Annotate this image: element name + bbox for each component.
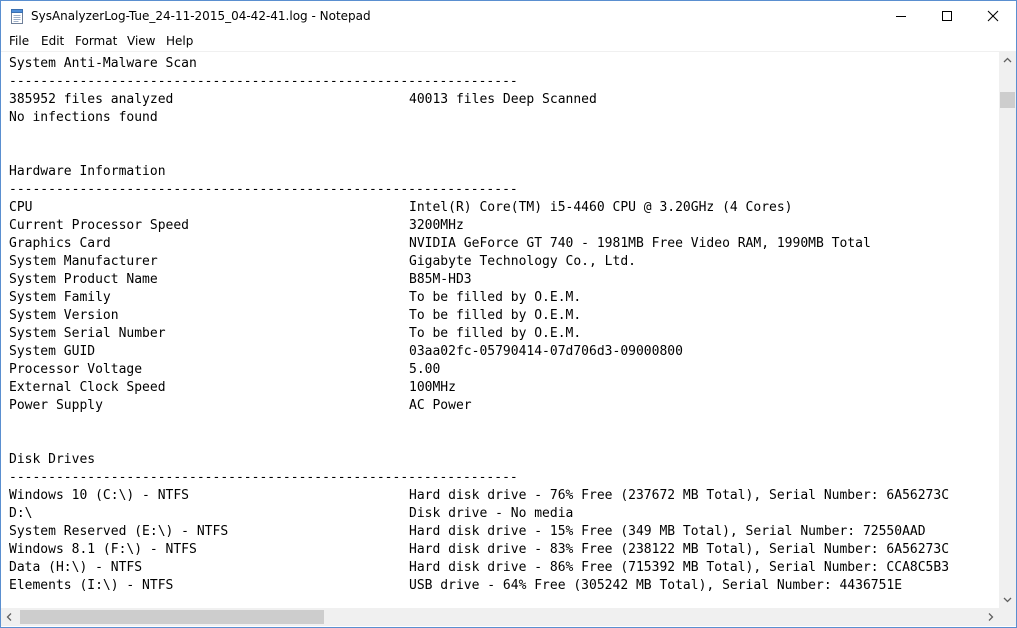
log-line-label: Data (H:\) - NTFS bbox=[9, 560, 143, 575]
log-line-value: 03aa02fc-05790414-07d706d3-09000800 bbox=[409, 344, 683, 359]
menu-bar: File Edit Format View Help bbox=[1, 31, 1016, 51]
menu-edit[interactable]: Edit bbox=[41, 34, 64, 48]
log-line-label: System GUID bbox=[9, 344, 96, 359]
log-line-label: Graphics Card bbox=[9, 236, 111, 251]
log-line-label: 385952 files analyzed bbox=[9, 92, 174, 107]
maximize-icon bbox=[942, 11, 952, 21]
log-line-value: Intel(R) Core(TM) i5-4460 CPU @ 3.20GHz … bbox=[409, 200, 793, 215]
close-icon bbox=[987, 10, 999, 22]
minimize-icon bbox=[896, 16, 906, 17]
horizontal-scrollbar[interactable] bbox=[1, 608, 999, 626]
log-line-label: CPU bbox=[9, 200, 33, 215]
log-line-label: Elements (I:\) - NTFS bbox=[9, 578, 174, 593]
log-line-value: Gigabyte Technology Co., Ltd. bbox=[409, 254, 636, 269]
log-line-value: 100MHz bbox=[409, 380, 456, 395]
log-line-value: NVIDIA GeForce GT 740 - 1981MB Free Vide… bbox=[409, 236, 871, 251]
scroll-down-icon[interactable] bbox=[999, 591, 1016, 608]
log-line-label: System Manufacturer bbox=[9, 254, 158, 269]
window-title: SysAnalyzerLog-Tue_24-11-2015_04-42-41.l… bbox=[31, 9, 371, 23]
log-line-label: Disk Drives bbox=[9, 452, 96, 467]
notepad-window: SysAnalyzerLog-Tue_24-11-2015_04-42-41.l… bbox=[0, 0, 1017, 628]
log-line-label: Processor Voltage bbox=[9, 362, 143, 377]
log-line-value: Hard disk drive - 76% Free (237672 MB To… bbox=[409, 488, 950, 503]
log-line-label: System Reserved (E:\) - NTFS bbox=[9, 524, 229, 539]
log-line-label: System Family bbox=[9, 290, 111, 305]
log-line-value: Disk drive - No media bbox=[409, 506, 574, 521]
title-bar[interactable]: SysAnalyzerLog-Tue_24-11-2015_04-42-41.l… bbox=[1, 1, 1016, 31]
vertical-scroll-thumb[interactable] bbox=[1000, 92, 1015, 108]
maximize-button[interactable] bbox=[924, 1, 970, 31]
log-line-value: 5.00 bbox=[409, 362, 441, 377]
log-line-value: To be filled by O.E.M. bbox=[409, 290, 582, 305]
log-line-label: System Anti-Malware Scan bbox=[9, 56, 197, 71]
log-line-label: Windows 8.1 (F:\) - NTFS bbox=[9, 542, 197, 557]
log-line-value: To be filled by O.E.M. bbox=[409, 326, 582, 341]
log-line-label: Windows 10 (C:\) - NTFS bbox=[9, 488, 190, 503]
log-line-label: Hardware Information bbox=[9, 164, 166, 179]
log-line-value: USB drive - 64% Free (305242 MB Total), … bbox=[409, 578, 903, 593]
horizontal-scroll-thumb[interactable] bbox=[20, 610, 324, 624]
log-line-label: ----------------------------------------… bbox=[9, 182, 518, 197]
text-editor[interactable]: System Anti-Malware Scan ----------------… bbox=[1, 52, 999, 608]
log-line-label: External Clock Speed bbox=[9, 380, 166, 395]
scroll-right-icon[interactable] bbox=[982, 608, 999, 625]
menu-view[interactable]: View bbox=[127, 34, 155, 48]
log-line-label: No infections found bbox=[9, 110, 158, 125]
log-line-value: AC Power bbox=[409, 398, 472, 413]
notepad-icon[interactable] bbox=[11, 9, 24, 24]
log-line-label: System Version bbox=[9, 308, 119, 323]
menu-format[interactable]: Format bbox=[75, 34, 117, 48]
vertical-scrollbar[interactable] bbox=[999, 52, 1016, 608]
log-line-label: ----------------------------------------… bbox=[9, 74, 518, 89]
log-line-label: D:\ bbox=[9, 506, 33, 521]
scroll-up-icon[interactable] bbox=[999, 52, 1016, 69]
log-line-label: System Serial Number bbox=[9, 326, 166, 341]
scrollbar-corner bbox=[999, 608, 1016, 626]
menu-help[interactable]: Help bbox=[166, 34, 193, 48]
log-line-label: Power Supply bbox=[9, 398, 103, 413]
minimize-button[interactable] bbox=[878, 1, 924, 31]
menu-file[interactable]: File bbox=[9, 34, 29, 48]
log-line-label: System Product Name bbox=[9, 272, 158, 287]
close-button[interactable] bbox=[970, 1, 1016, 31]
log-line-label: Current Processor Speed bbox=[9, 218, 190, 233]
log-line-value: Hard disk drive - 15% Free (349 MB Total… bbox=[409, 524, 926, 539]
log-line-value: To be filled by O.E.M. bbox=[409, 308, 582, 323]
log-line-value: Hard disk drive - 86% Free (715392 MB To… bbox=[409, 560, 950, 575]
log-line-value: 3200MHz bbox=[409, 218, 464, 233]
log-line-value: 40013 files Deep Scanned bbox=[409, 92, 597, 107]
scroll-left-icon[interactable] bbox=[1, 608, 18, 625]
log-line-label: ----------------------------------------… bbox=[9, 470, 518, 485]
log-line-value: Hard disk drive - 83% Free (238122 MB To… bbox=[409, 542, 950, 557]
log-line-value: B85M-HD3 bbox=[409, 272, 472, 287]
